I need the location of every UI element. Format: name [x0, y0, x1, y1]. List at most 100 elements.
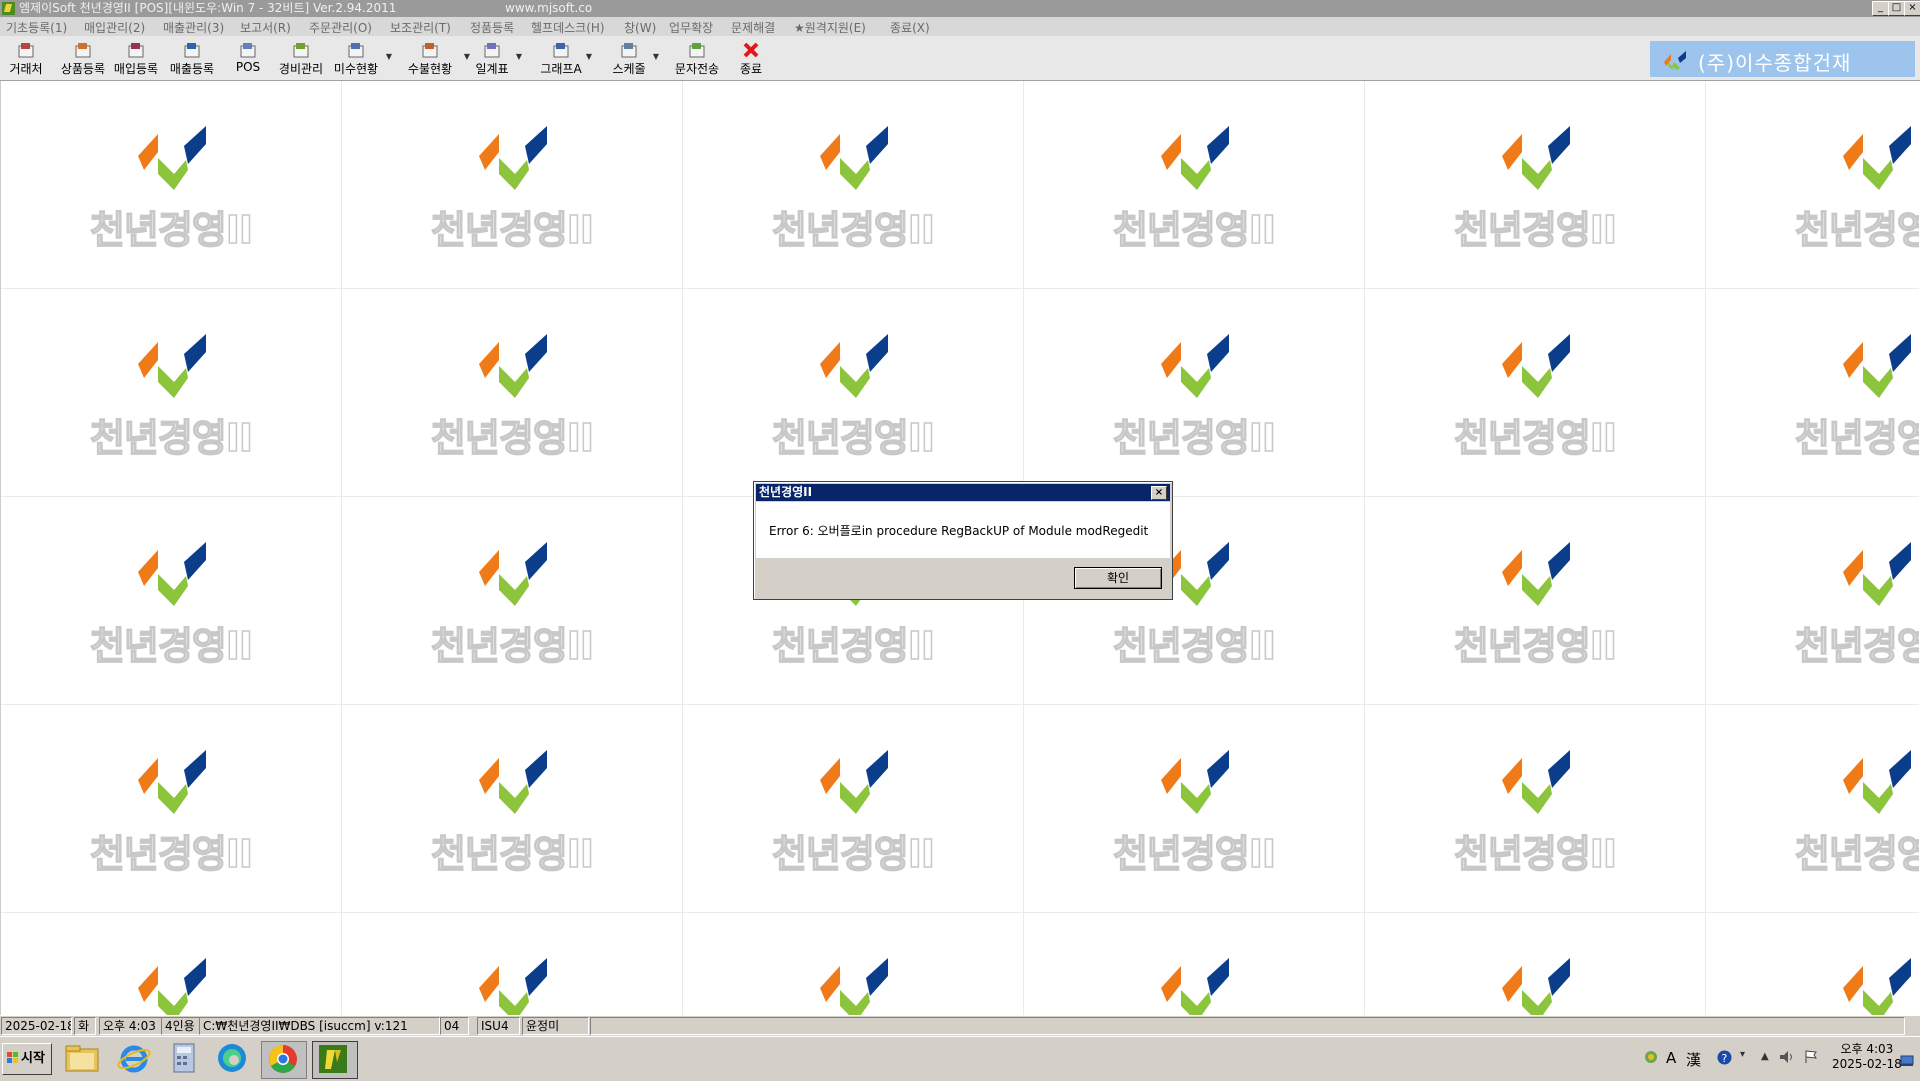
- start-button[interactable]: 시작: [2, 1043, 52, 1075]
- show-desktop-icon[interactable]: [1900, 1055, 1914, 1070]
- toolbar-button-4[interactable]: 매출등록: [163, 38, 221, 78]
- toolbar-button-7[interactable]: 미수현황 ▼: [328, 38, 392, 78]
- toolbar-button-1[interactable]: 거래처: [6, 38, 46, 78]
- purchase-icon: [128, 43, 144, 58]
- watermark-tile: 천년경영II: [1, 81, 342, 289]
- status-station: ISU4: [477, 1017, 520, 1035]
- watermark-text: 천년경영II: [1453, 831, 1618, 877]
- watermark-tile: 천년경영II: [342, 913, 683, 1015]
- brand-logo-icon: [1843, 542, 1911, 606]
- brand-logo-icon: [138, 542, 206, 606]
- toolbar-label: 문자전송: [674, 62, 720, 76]
- minimize-button[interactable]: _: [1872, 1, 1889, 16]
- toolbar-label: 매출등록: [169, 62, 215, 76]
- toolbar-button-2[interactable]: 상품등록: [56, 38, 110, 78]
- app-icon: [2, 2, 15, 15]
- brand-logo-icon: [138, 334, 206, 398]
- close-button[interactable]: ×: [1904, 1, 1920, 16]
- watermark-text: 천년경영II: [1453, 415, 1618, 461]
- chrome-icon[interactable]: [261, 1041, 307, 1079]
- brand-logo-icon: [1502, 958, 1570, 1015]
- dialog-ok-button[interactable]: 확인: [1074, 567, 1162, 589]
- toolbar-label: 일계표: [475, 62, 509, 76]
- brand-logo-icon: [1161, 750, 1229, 814]
- customer-icon: [18, 43, 34, 58]
- watermark-tile: 천년경영II: [1024, 289, 1365, 497]
- menu-item-3[interactable]: 매출관리(3): [163, 19, 224, 36]
- edge-icon[interactable]: [212, 1041, 256, 1077]
- toolbar-label: 거래처: [9, 62, 43, 76]
- ime-hanja[interactable]: 漢: [1686, 1049, 1701, 1070]
- toolbar-label: 상품등록: [60, 62, 106, 76]
- brand-logo-icon: [479, 958, 547, 1015]
- toolbar-button-10[interactable]: 그래프A ▼: [538, 38, 592, 78]
- brand-logo-icon: [479, 126, 547, 190]
- watermark-tile: 천년경영II: [1, 289, 342, 497]
- menu-item-8[interactable]: 헬프데스크(H): [531, 19, 605, 36]
- dropdown-arrow-icon[interactable]: ▼: [586, 52, 592, 61]
- brand-logo-icon: [1502, 334, 1570, 398]
- toolbar-button-12[interactable]: 문자전송: [670, 38, 724, 78]
- ime-mode-a[interactable]: A: [1666, 1049, 1676, 1067]
- toolbar-button-6[interactable]: 경비관리: [273, 38, 329, 78]
- explorer-icon[interactable]: [62, 1041, 106, 1077]
- toolbar-button-3[interactable]: 매입등록: [110, 38, 162, 78]
- watermark-tile: 천년경영II: [1706, 289, 1919, 497]
- toolbar-label: 수불현황: [407, 62, 453, 76]
- toolbar-label: 경비관리: [278, 62, 324, 76]
- dialog-close-button[interactable]: ×: [1151, 486, 1167, 500]
- menu-item-12[interactable]: ★원격지원(E): [794, 19, 866, 36]
- watermark-text: 천년경영II: [89, 415, 254, 461]
- watermark-tile: 천년경영II: [342, 81, 683, 289]
- toolbar-button-8[interactable]: 수불현황 ▼: [398, 38, 470, 78]
- menu-item-11[interactable]: 문제해결: [731, 19, 775, 36]
- action-center-flag-icon[interactable]: [1804, 1050, 1818, 1067]
- company-logo-icon: [1664, 51, 1686, 70]
- show-hidden-icons[interactable]: ▲: [1761, 1051, 1769, 1062]
- company-name: (주)이수종합건재: [1698, 51, 1852, 75]
- restore-button[interactable]: □: [1888, 1, 1905, 16]
- taskbar-clock[interactable]: 오후 4:03 2025-02-18: [1832, 1042, 1902, 1072]
- watermark-tile: 천년경영II: [683, 289, 1024, 497]
- menu-bar: 기초등록(1) 매입관리(2) 매출관리(3) 보고서(R) 주문관리(O) 보조관리(T…: [0, 17, 1920, 36]
- menu-item-7[interactable]: 정품등록: [470, 19, 514, 36]
- toolbar-button-13[interactable]: 종료: [736, 38, 766, 78]
- volume-icon[interactable]: [1779, 1050, 1795, 1067]
- dropdown-arrow-icon[interactable]: ▼: [516, 52, 522, 61]
- language-icon[interactable]: [1644, 1050, 1658, 1067]
- dropdown-arrow-icon[interactable]: ▼: [386, 52, 392, 61]
- calculator-icon[interactable]: [164, 1041, 208, 1077]
- menu-item-9[interactable]: 창(W): [624, 19, 656, 36]
- brand-logo-icon: [1502, 126, 1570, 190]
- cheonnyeon-app-icon[interactable]: [312, 1041, 358, 1079]
- help-icon[interactable]: ?: [1717, 1050, 1732, 1068]
- menu-item-2[interactable]: 매입관리(2): [84, 19, 145, 36]
- watermark-tile: 천년경영II: [683, 81, 1024, 289]
- toolbar-button-9[interactable]: 일계표 ▼: [470, 38, 522, 78]
- watermark-tile: 천년경영II: [1, 497, 342, 705]
- tray-expand-icon[interactable]: ▾: [1740, 1049, 1745, 1060]
- dropdown-arrow-icon[interactable]: ▼: [653, 52, 659, 61]
- ie-icon[interactable]: [114, 1041, 158, 1077]
- watermark-tile: 천년경영II: [1365, 81, 1706, 289]
- toolbar-label: 종료: [739, 62, 763, 76]
- watermark-text: 천년경영II: [1112, 831, 1277, 877]
- toolbar-button-5[interactable]: POS: [228, 38, 268, 78]
- brand-logo-icon: [479, 750, 547, 814]
- watermark-text: 천년경영II: [771, 207, 936, 253]
- status-users: 4인용: [161, 1017, 200, 1035]
- menu-item-6[interactable]: 보조관리(T): [390, 19, 451, 36]
- watermark-text: 천년경영II: [1794, 831, 1919, 877]
- status-bar: 2025-02-18 화 오후 4:03 4인용 C:₩천년경영II₩DBS […: [0, 1015, 1920, 1036]
- menu-item-10[interactable]: 업무확장: [669, 19, 713, 36]
- menu-item-1[interactable]: 기초등록(1): [6, 19, 67, 36]
- menu-item-5[interactable]: 주문관리(O): [309, 19, 372, 36]
- watermark-text: 천년경영II: [1112, 207, 1277, 253]
- menu-item-4[interactable]: 보고서(R): [240, 19, 291, 36]
- brand-logo-icon: [1502, 542, 1570, 606]
- menu-item-13[interactable]: 종료(X): [890, 19, 930, 36]
- toolbar-label: 그래프A: [540, 62, 582, 76]
- toolbar-button-11[interactable]: 스케줄 ▼: [607, 38, 659, 78]
- watermark-tile: 천년경영II: [1706, 81, 1919, 289]
- exit-icon: [743, 42, 759, 58]
